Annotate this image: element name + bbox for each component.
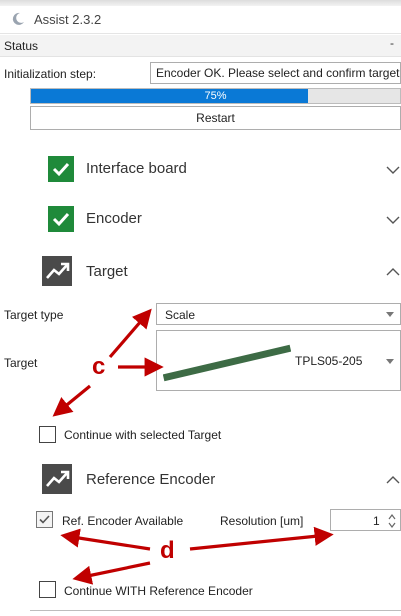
annotation-c: c (92, 353, 106, 380)
arrow-c-to-continue (52, 384, 92, 417)
arrow-d-to-resolution (189, 526, 334, 551)
annotation-arrows (52, 308, 334, 585)
arrow-c-to-target-type (108, 308, 152, 359)
annotation-d: d (160, 537, 175, 564)
arrow-d-to-ref-available (60, 528, 151, 551)
arrow-d-to-continue-ref (72, 561, 151, 585)
